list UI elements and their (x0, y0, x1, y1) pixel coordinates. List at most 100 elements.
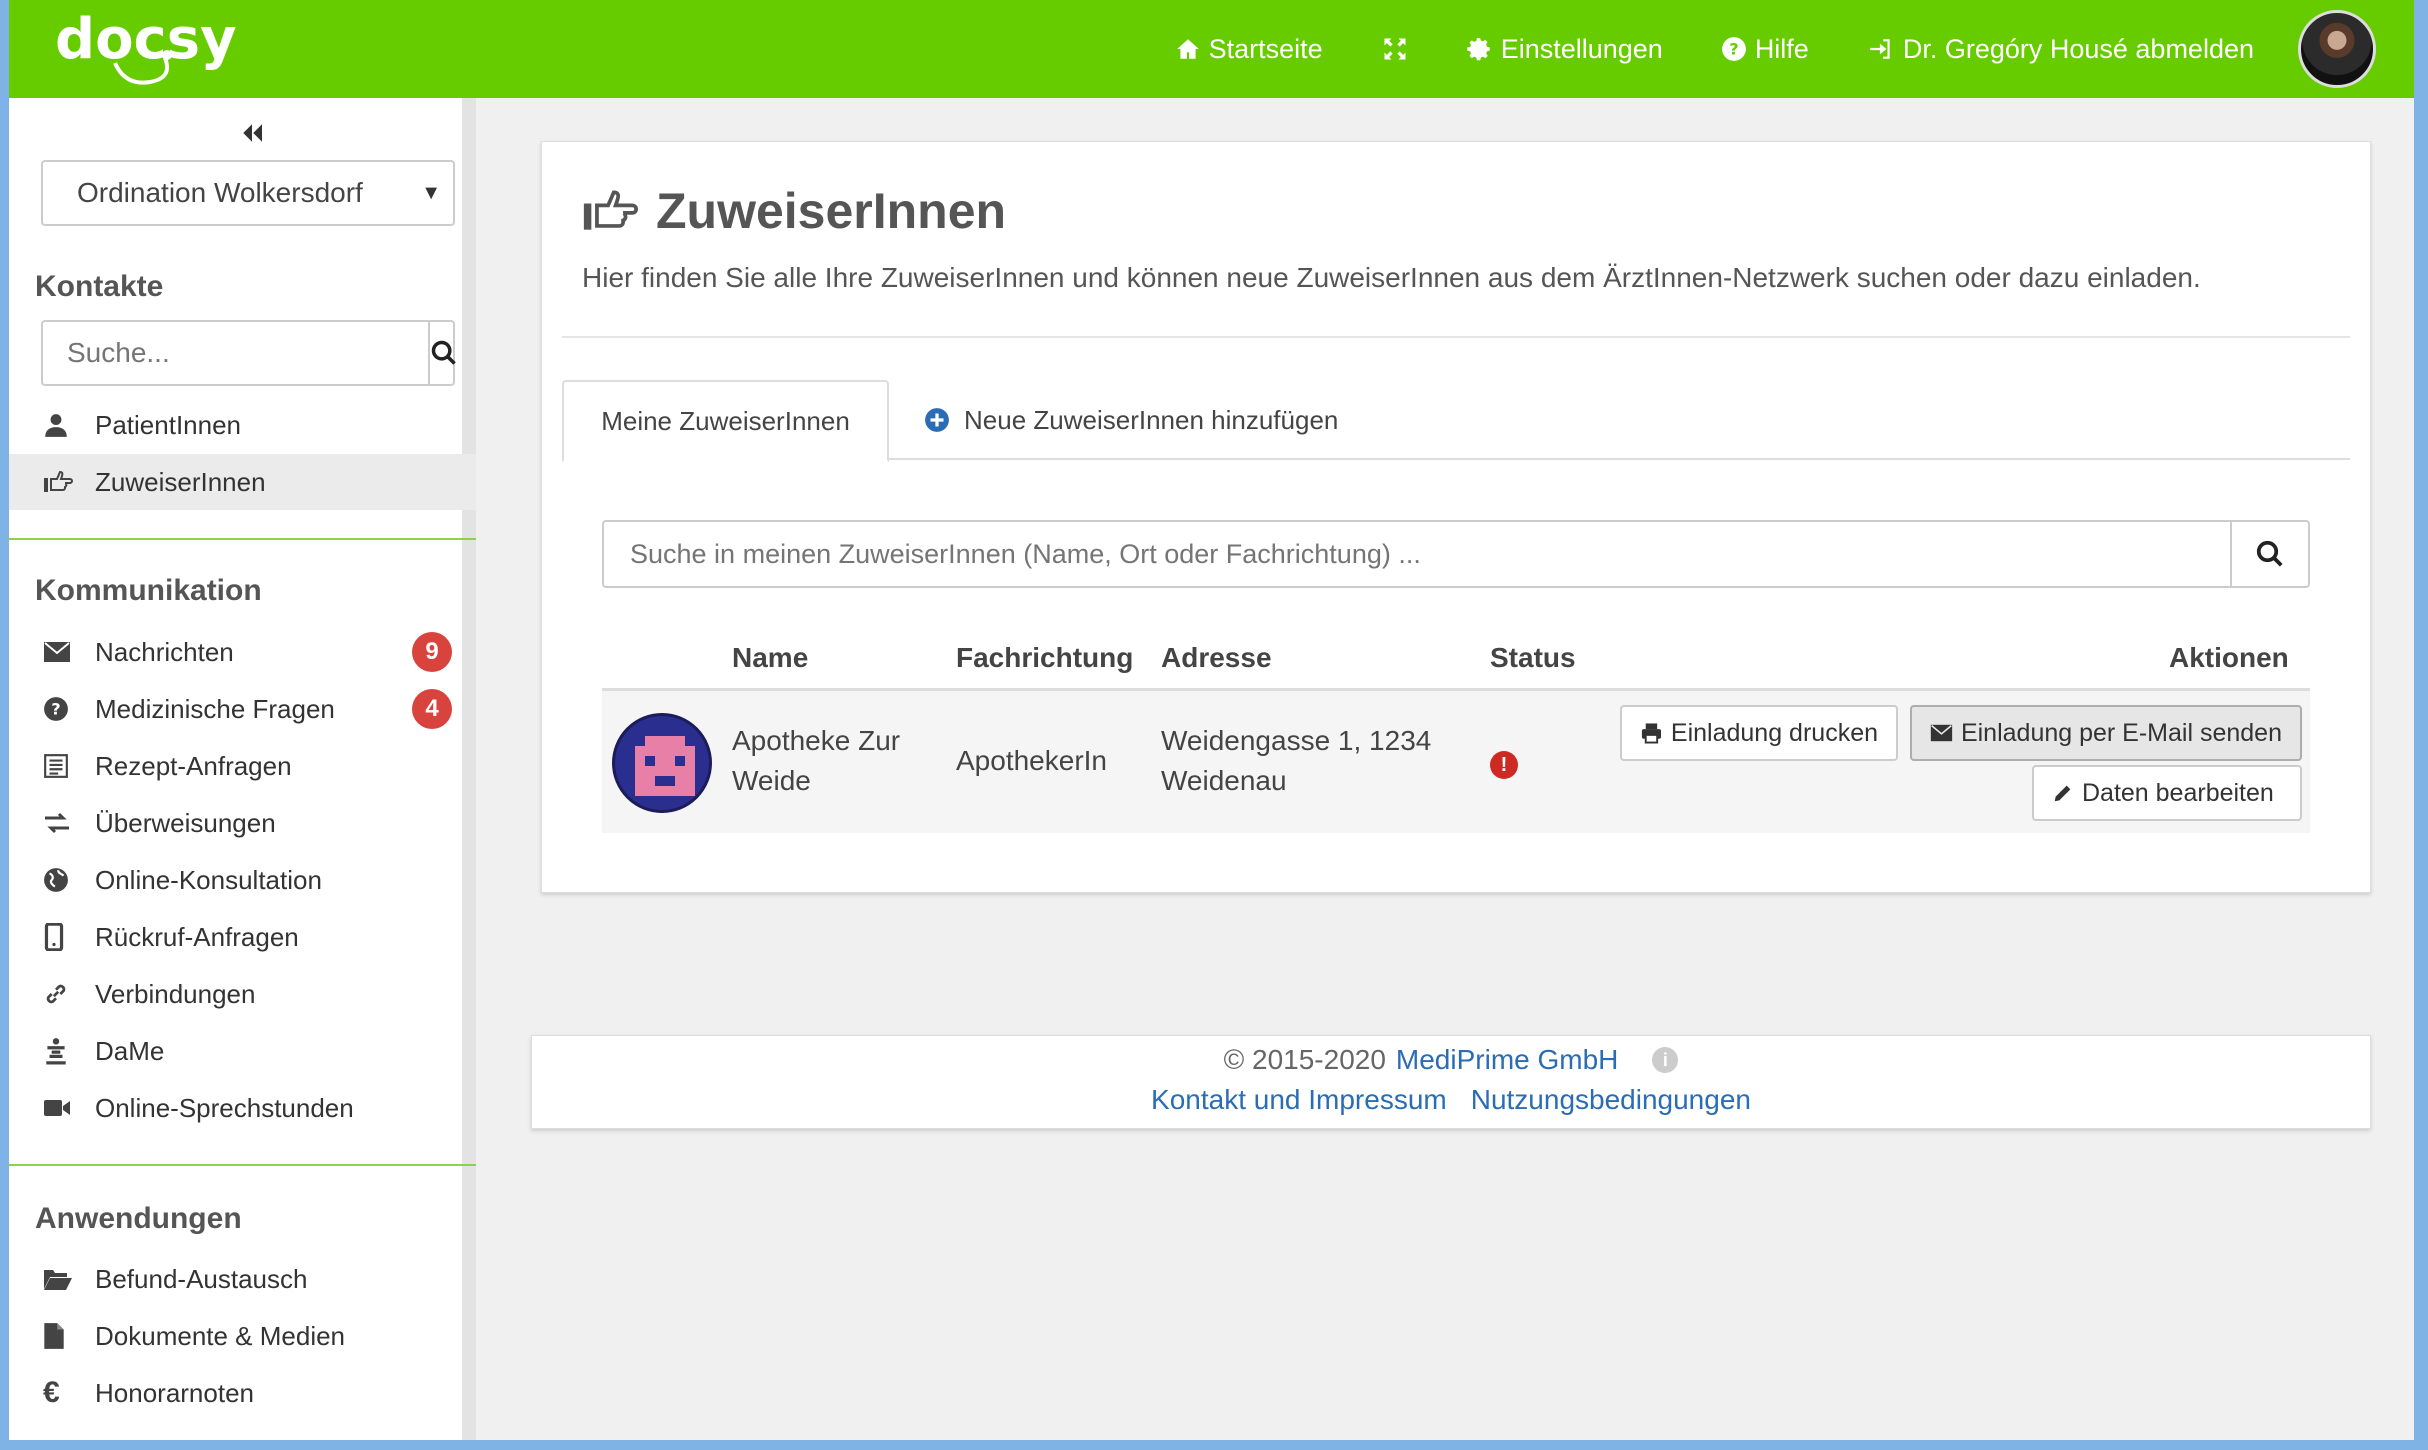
referrer-search (602, 520, 2310, 588)
info-icon[interactable]: i (1652, 1047, 1679, 1073)
page-subtitle: Hier finden Sie alle Ihre ZuweiserInnen … (582, 262, 2201, 293)
question-circle-icon: ? (1721, 37, 1746, 61)
referrer-avatar (612, 713, 712, 813)
sign-in-icon (1869, 39, 1890, 59)
user-avatar[interactable] (2298, 10, 2376, 88)
sidebar-item-referrers[interactable]: ZuweiserInnen (9, 454, 476, 510)
logo-image: docsy (55, 7, 237, 85)
nav-settings[interactable]: Einstellungen (1467, 34, 1663, 65)
sidebar-search-button[interactable] (428, 322, 458, 384)
nav-help[interactable]: ? Hilfe (1721, 34, 1809, 65)
link-icon (43, 981, 79, 1007)
terms-link[interactable]: Nutzungsbedingungen (1471, 1084, 1751, 1116)
svg-text:?: ? (51, 699, 60, 718)
nav-home[interactable]: Startseite (1175, 34, 1323, 65)
imprint-link[interactable]: Kontakt und Impressum (1151, 1084, 1447, 1116)
referrer-search-button[interactable] (2230, 522, 2308, 586)
column-header-specialty[interactable]: Fachrichtung (956, 642, 1133, 674)
printer-icon (1641, 723, 1661, 744)
sidebar-item-documents[interactable]: Dokumente & Medien (9, 1308, 476, 1364)
nav-fullscreen[interactable] (1381, 35, 1409, 63)
referrers-card: ZuweiserInnen Hier finden Sie alle Ihre … (541, 141, 2371, 893)
globe-icon (43, 867, 79, 893)
table-row[interactable]: Apotheke Zur Weide ApothekerIn Weidengas… (602, 691, 2310, 833)
print-invitation-button[interactable]: Einladung drucken (1620, 705, 1898, 761)
column-header-name[interactable]: Name (732, 642, 808, 674)
sidebar-item-findings-exchange[interactable]: Befund-Austausch (9, 1251, 476, 1307)
tab-add-referrers[interactable]: Neue ZuweiserInnen hinzufügen (924, 380, 1338, 460)
window-frame-bottom (0, 1440, 2428, 1450)
top-nav-menu: Startseite Einstellungen ? Hilfe Dr. Gre… (1175, 0, 2254, 98)
sidebar-item-label: Medizinische Fragen (95, 693, 335, 724)
column-header-address[interactable]: Adresse (1161, 642, 1272, 674)
svg-text:docsy: docsy (55, 8, 237, 72)
tab-my-referrers[interactable]: Meine ZuweiserInnen (562, 380, 889, 462)
sidebar-item-label: ZuweiserInnen (95, 466, 266, 497)
page-title: ZuweiserInnen (582, 182, 1006, 240)
envelope-icon (43, 641, 79, 663)
button-label: Daten bearbeiten (2082, 778, 2274, 807)
sidebar-item-label: Dokumente & Medien (95, 1320, 346, 1351)
sidebar-item-callbacks[interactable]: Rückruf-Anfragen (9, 909, 476, 965)
collapse-sidebar-button[interactable] (237, 118, 267, 148)
sidebar-item-medical-questions[interactable]: ? Medizinische Fragen 4 (9, 681, 476, 737)
unread-count-badge: 9 (412, 632, 452, 672)
pencil-icon (2054, 785, 2071, 802)
sidebar-item-prescriptions[interactable]: Rezept-Anfragen (9, 738, 476, 794)
sidebar-item-label: Rückruf-Anfragen (95, 921, 299, 952)
sidebar-item-label: Befund-Austausch (95, 1263, 308, 1294)
nav-logout-label: Dr. Gregóry Housé abmelden (1902, 33, 2254, 64)
practice-select-value: Ordination Wolkersdorf (77, 177, 363, 208)
sidebar-item-label: Online-Sprechstunden (95, 1092, 354, 1123)
video-camera-icon (43, 1097, 79, 1119)
referrer-specialty: ApothekerIn (956, 745, 1107, 776)
sidebar-item-invoices[interactable]: € Honorarnoten (9, 1365, 476, 1421)
sidebar-item-patients[interactable]: PatientInnen (9, 397, 476, 453)
page-title-text: ZuweiserInnen (656, 183, 1007, 239)
company-link[interactable]: MediPrime GmbH (1396, 1044, 1618, 1076)
sidebar-search-input[interactable] (43, 322, 428, 384)
button-label: Einladung drucken (1670, 718, 1878, 747)
sidebar-item-messages[interactable]: Nachrichten 9 (9, 624, 476, 680)
column-header-actions: Aktionen (2169, 642, 2289, 673)
communication-section-title: Kommunikation (35, 574, 262, 607)
docsy-logo[interactable]: docsy (55, 7, 255, 88)
sidebar-item-dame[interactable]: DaMe (9, 1023, 476, 1079)
referrer-address: Weidengasse 1, 1234 Weidenau (1161, 721, 1431, 801)
column-header-status[interactable]: Status (1490, 642, 1576, 674)
euro-icon: € (43, 1376, 60, 1409)
double-chevron-left-icon (243, 124, 262, 142)
referrer-search-input[interactable] (604, 522, 2230, 586)
nav-logout[interactable]: Dr. Gregóry Housé abmelden (1867, 34, 2254, 65)
hand-point-right-icon (583, 190, 638, 230)
fullscreen-icon (1384, 38, 1406, 60)
sidebar-item-label: Rezept-Anfragen (95, 750, 292, 781)
dame-icon (43, 1037, 79, 1065)
referrer-address-line2: Weidenau (1161, 765, 1287, 796)
file-icon (43, 1322, 79, 1350)
applications-section-title: Anwendungen (35, 1202, 242, 1235)
caret-down-icon: ▼ (421, 182, 441, 204)
hand-point-icon (43, 469, 79, 495)
user-icon (43, 412, 79, 438)
plus-circle-icon (925, 408, 949, 432)
footer-links: Kontakt und Impressum Nutzungsbedingunge… (532, 1084, 2370, 1116)
sidebar-item-label: DaMe (95, 1035, 165, 1066)
referrer-address-line1: Weidengasse 1, 1234 (1161, 725, 1432, 756)
sidebar-item-online-consultation[interactable]: Online-Konsultation (9, 852, 476, 908)
sidebar-item-online-consultation-hours[interactable]: Online-Sprechstunden (9, 1080, 476, 1136)
sidebar-item-connections[interactable]: Verbindungen (9, 966, 476, 1022)
sidebar-item-label: PatientInnen (95, 409, 242, 440)
window-frame-left (0, 0, 9, 1450)
sidebar-item-label: Verbindungen (95, 978, 256, 1009)
sidebar-divider (9, 1164, 476, 1166)
unread-count-badge: 4 (412, 689, 452, 729)
email-invitation-button[interactable]: Einladung per E-Mail senden (1910, 705, 2302, 761)
sidebar-item-label: Honorarnoten (95, 1377, 254, 1408)
edit-data-button[interactable]: Daten bearbeiten (2032, 765, 2302, 821)
sidebar-item-referrals[interactable]: Überweisungen (9, 795, 476, 851)
practice-select[interactable]: Ordination Wolkersdorf ▼ (41, 160, 455, 226)
window-frame-right (2414, 0, 2428, 1450)
exclamation-circle-icon: ! (1490, 751, 1518, 779)
svg-text:?: ? (1729, 39, 1738, 58)
